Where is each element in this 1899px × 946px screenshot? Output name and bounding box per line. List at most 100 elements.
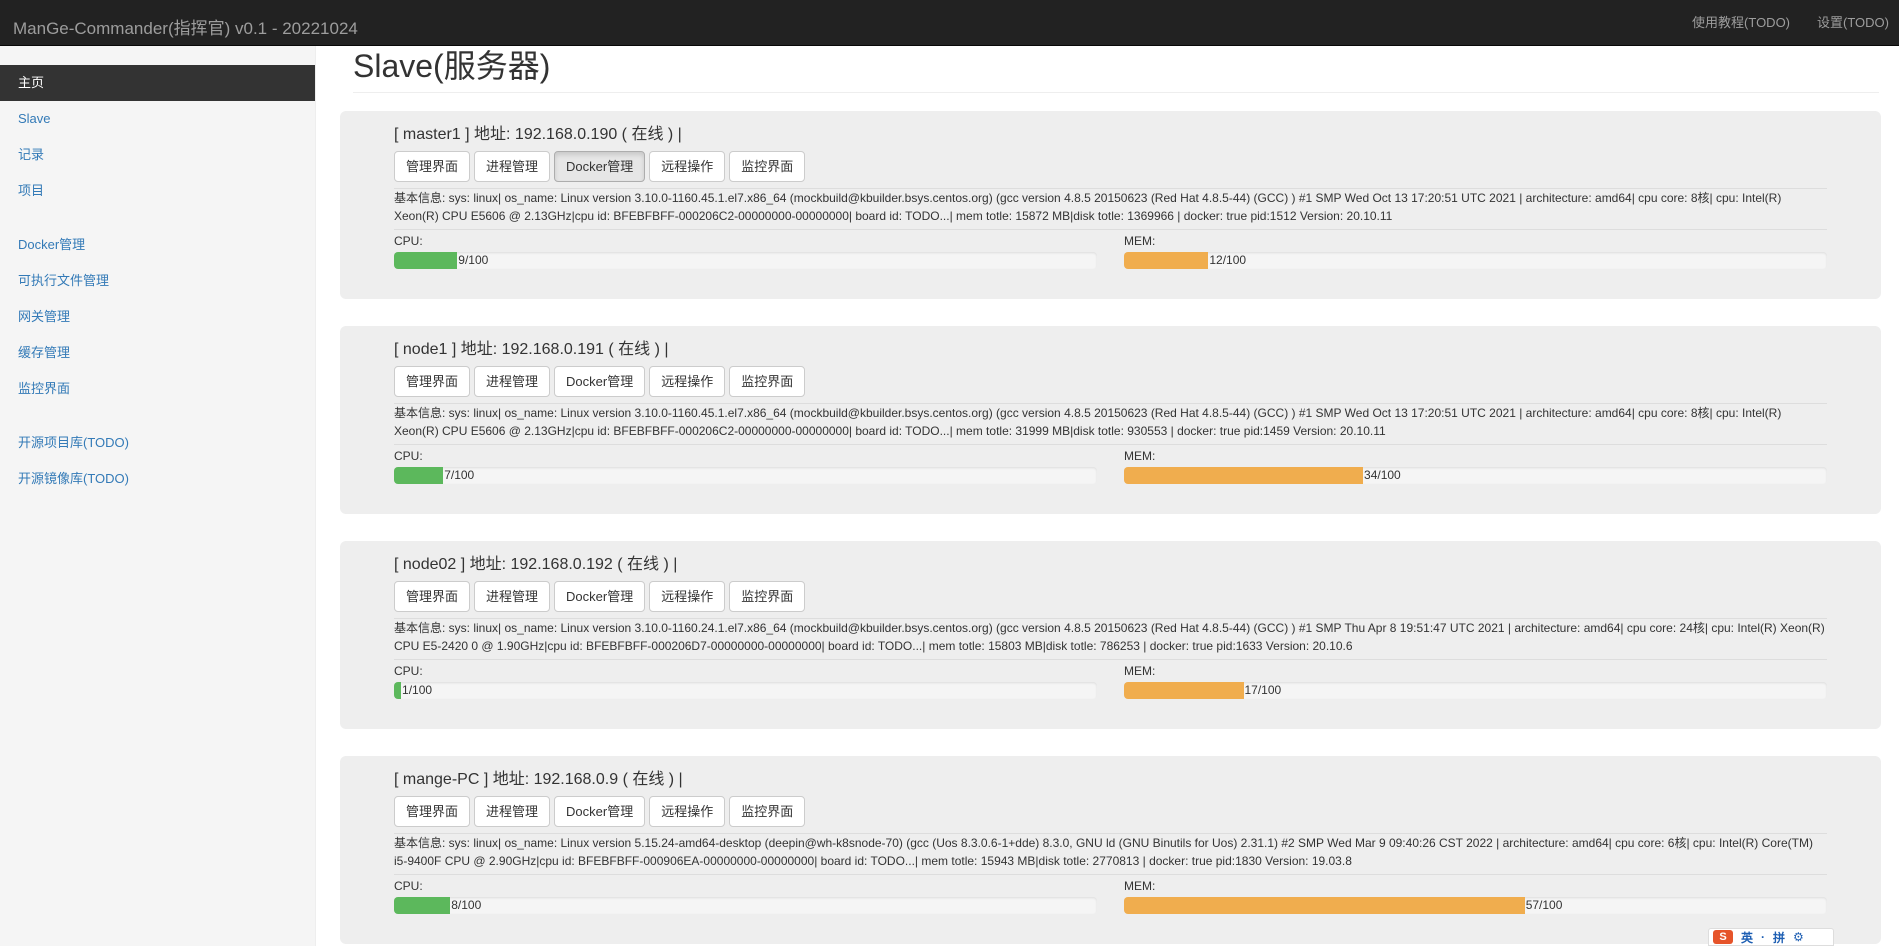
ime-logo-icon: S (1713, 930, 1733, 944)
mem-usage-value: 17/100 (1244, 683, 1282, 697)
docker-manage-button[interactable]: Docker管理 (554, 366, 646, 397)
node-card: [ node1 ] 地址: 192.168.0.191 ( 在线 ) | 管理界面… (340, 326, 1881, 514)
node-title: [ mange-PC ] 地址: 192.168.0.9 ( 在线 ) | (394, 771, 683, 788)
app-title[interactable]: ManGe-Commander(指挥官) v0.1 - 20221024 (13, 14, 358, 39)
cpu-usage-progress: 7/100 (394, 467, 1097, 484)
node-action-buttons: 管理界面 进程管理 Docker管理 远程操作 监控界面 (394, 796, 1827, 828)
page-title: Slave(服务器) (353, 48, 551, 84)
node-info-text: 基本信息: sys: linux| os_name: Linux version… (394, 621, 1825, 653)
mem-usage-bar (1124, 467, 1364, 484)
docker-manage-button[interactable]: Docker管理 (554, 796, 646, 827)
monitor-ui-button[interactable]: 监控界面 (729, 151, 806, 182)
manage-ui-button[interactable]: 管理界面 (394, 581, 471, 612)
monitor-ui-button[interactable]: 监控界面 (729, 366, 806, 397)
remote-ops-button[interactable]: 远程操作 (649, 366, 726, 397)
divider (394, 659, 1827, 660)
cpu-usage-value: 8/100 (451, 898, 482, 912)
process-manage-button[interactable]: 进程管理 (474, 796, 551, 827)
cpu-usage-value: 1/100 (402, 683, 433, 697)
cpu-usage-bar (394, 897, 451, 914)
mem-usage-value: 34/100 (1364, 468, 1401, 482)
sidebar-item[interactable]: 缓存管理 (0, 335, 315, 371)
remote-ops-button[interactable]: 远程操作 (649, 581, 726, 612)
cpu-usage: CPU: 9/100 (394, 233, 1097, 269)
settings-link[interactable]: 设置(TODO) (1800, 0, 1899, 46)
node-info-text: 基本信息: sys: linux| os_name: Linux version… (394, 406, 1782, 438)
divider (394, 444, 1827, 445)
node-usage-stats: CPU: 9/100 MEM: 12/100 (394, 233, 1827, 269)
sidebar-item[interactable]: 主页 (0, 65, 315, 101)
mem-usage: MEM: 34/100 (1124, 448, 1827, 484)
mem-usage-progress: 12/100 (1124, 252, 1827, 269)
mem-usage-label: MEM: (1124, 234, 1156, 248)
node-card: [ mange-PC ] 地址: 192.168.0.9 ( 在线 ) | 管理界… (340, 756, 1881, 944)
sidebar-item[interactable]: Slave (0, 101, 315, 137)
cpu-usage: CPU: 7/100 (394, 448, 1097, 484)
cpu-usage-progress: 1/100 (394, 682, 1097, 699)
ime-toolbar[interactable]: S 英 · 拼 ⚙ (1708, 928, 1834, 946)
mem-usage-bar (1124, 682, 1244, 699)
sidebar-group: Docker管理 可执行文件管理 网关管理 缓存管理 监控界面 (0, 227, 315, 407)
ime-lang-toggle[interactable]: 英 (1741, 929, 1753, 946)
manage-ui-button[interactable]: 管理界面 (394, 796, 471, 827)
node-card-body: [ master1 ] 地址: 192.168.0.190 ( 在线 ) | 管理… (394, 123, 1827, 269)
mem-usage-progress: 34/100 (1124, 467, 1827, 484)
node-usage-stats: CPU: 8/100 MEM: 57/100 (394, 878, 1827, 914)
sidebar-item[interactable]: Docker管理 (0, 227, 315, 263)
monitor-ui-button[interactable]: 监控界面 (729, 796, 806, 827)
process-manage-button[interactable]: 进程管理 (474, 581, 551, 612)
node-card: [ node02 ] 地址: 192.168.0.192 ( 在线 ) | 管理界… (340, 541, 1881, 729)
cpu-usage-bar (394, 467, 444, 484)
node-info-text: 基本信息: sys: linux| os_name: Linux version… (394, 836, 1813, 868)
mem-usage-label: MEM: (1124, 449, 1156, 463)
cpu-usage-label: CPU: (394, 234, 423, 248)
remote-ops-button[interactable]: 远程操作 (649, 796, 726, 827)
sidebar-item[interactable]: 监控界面 (0, 371, 315, 407)
mem-usage: MEM: 17/100 (1124, 663, 1827, 699)
sidebar-group: 开源项目库(TODO) 开源镜像库(TODO) (0, 425, 315, 497)
cpu-usage-label: CPU: (394, 879, 423, 893)
sidebar-item[interactable]: 开源项目库(TODO) (0, 425, 315, 461)
manage-ui-button[interactable]: 管理界面 (394, 151, 471, 182)
mem-usage-value: 12/100 (1209, 253, 1247, 267)
divider (394, 874, 1827, 875)
node-card-body: [ node1 ] 地址: 192.168.0.191 ( 在线 ) | 管理界面… (394, 338, 1827, 484)
node-usage-stats: CPU: 7/100 MEM: 34/100 (394, 448, 1827, 484)
ime-punct-toggle[interactable]: · (1761, 930, 1765, 944)
top-nav-links: 使用教程(TODO) 设置(TODO) (1675, 0, 1899, 46)
sidebar-item[interactable]: 开源镜像库(TODO) (0, 461, 315, 497)
ime-settings-icon[interactable]: ⚙ (1793, 930, 1804, 944)
cpu-usage-label: CPU: (394, 664, 423, 678)
cpu-usage-bar (394, 682, 402, 699)
sidebar-item[interactable]: 项目 (0, 173, 315, 209)
process-manage-button[interactable]: 进程管理 (474, 151, 551, 182)
mem-usage-value: 57/100 (1525, 898, 1563, 912)
cpu-usage-progress: 8/100 (394, 897, 1097, 914)
remote-ops-button[interactable]: 远程操作 (649, 151, 726, 182)
monitor-ui-button[interactable]: 监控界面 (729, 581, 806, 612)
sidebar: 主页 Slave 记录 项目 Docker管理 可执行文件管理 网关管理 缓存管理 监控界面开源… (0, 46, 316, 946)
mem-usage: MEM: 57/100 (1124, 878, 1827, 914)
ime-pinyin-toggle[interactable]: 拼 (1773, 929, 1785, 946)
tutorial-link[interactable]: 使用教程(TODO) (1675, 0, 1800, 46)
cpu-usage: CPU: 8/100 (394, 878, 1097, 914)
manage-ui-button[interactable]: 管理界面 (394, 366, 471, 397)
cpu-usage-bar (394, 252, 458, 269)
cpu-usage-progress: 9/100 (394, 252, 1097, 269)
main-content: Slave(服务器) [ master1 ] 地址: 192.168.0.190… (316, 46, 1899, 946)
docker-manage-button[interactable]: Docker管理 (554, 581, 646, 612)
node-card-body: [ node02 ] 地址: 192.168.0.192 ( 在线 ) | 管理界… (394, 553, 1827, 699)
mem-usage-progress: 57/100 (1124, 897, 1827, 914)
mem-usage-label: MEM: (1124, 879, 1156, 893)
sidebar-item[interactable]: 记录 (0, 137, 315, 173)
process-manage-button[interactable]: 进程管理 (474, 366, 551, 397)
docker-manage-button[interactable]: Docker管理 (554, 151, 646, 182)
node-action-buttons: 管理界面 进程管理 Docker管理 远程操作 监控界面 (394, 151, 1827, 183)
node-info-text: 基本信息: sys: linux| os_name: Linux version… (394, 191, 1782, 223)
mem-usage: MEM: 12/100 (1124, 233, 1827, 269)
node-title: [ node1 ] 地址: 192.168.0.191 ( 在线 ) | (394, 341, 669, 358)
sidebar-item[interactable]: 网关管理 (0, 299, 315, 335)
sidebar-item[interactable]: 可执行文件管理 (0, 263, 315, 299)
cpu-usage-label: CPU: (394, 449, 423, 463)
divider (394, 229, 1827, 230)
